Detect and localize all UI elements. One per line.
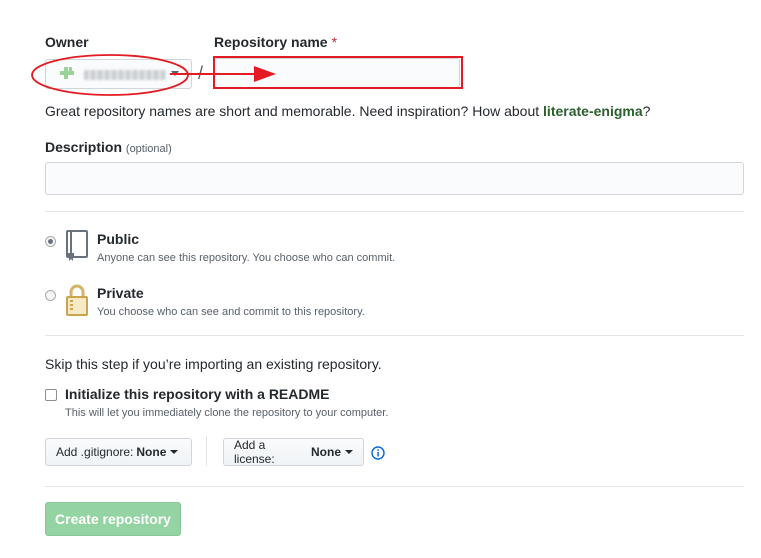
private-radio[interactable] [45, 290, 56, 301]
hint-text: Great repository names are short and mem… [45, 103, 540, 119]
license-prefix: Add a license: [234, 438, 275, 466]
chevron-down-icon [171, 71, 179, 76]
repo-book-icon [66, 230, 88, 261]
caret-down-icon [345, 450, 353, 454]
create-repository-button[interactable]: Create repository [45, 502, 181, 536]
divider [45, 335, 744, 336]
readme-note: This will let you immediately clone the … [65, 407, 389, 419]
repository-name-input[interactable] [214, 58, 460, 88]
info-icon[interactable] [371, 446, 385, 460]
owner-label: Owner [45, 34, 89, 50]
readme-label[interactable]: Initialize this repository with a README [65, 386, 329, 402]
license-value: None [311, 445, 341, 459]
divider [45, 486, 744, 487]
public-radio[interactable] [45, 236, 56, 247]
hint-suffix: ? [642, 103, 651, 119]
identicon-avatar-icon [60, 67, 74, 79]
gitignore-value: None [136, 445, 167, 459]
private-title: Private [97, 285, 144, 301]
caret-down-icon [170, 450, 179, 454]
import-note: Skip this step if you’re importing an ex… [45, 356, 382, 372]
gitignore-prefix: Add .gitignore: [56, 445, 134, 459]
license-dropdown[interactable]: Add a license: None [223, 438, 364, 466]
lock-icon [66, 284, 88, 316]
suggested-name-link[interactable]: literate-enigma [543, 103, 643, 119]
repository-name-label-text: Repository name [214, 34, 328, 50]
owner-repo-separator: / [198, 63, 204, 83]
readme-checkbox[interactable] [45, 389, 57, 401]
public-note: Anyone can see this repository. You choo… [97, 252, 396, 264]
public-title: Public [97, 231, 140, 247]
private-note: You choose who can see and commit to thi… [97, 306, 365, 318]
button-separator [206, 436, 207, 466]
optional-tag: (optional) [125, 143, 172, 155]
repository-name-hint: Great repository names are short and mem… [45, 103, 650, 119]
description-label: Description (optional) [45, 139, 172, 155]
owner-select[interactable] [45, 59, 192, 89]
divider [45, 211, 744, 212]
description-label-text: Description [45, 139, 123, 155]
required-marker: * [331, 34, 338, 50]
gitignore-dropdown[interactable]: Add .gitignore: None [45, 438, 192, 466]
owner-name-redacted [84, 70, 166, 80]
repository-name-label: Repository name * [214, 34, 337, 50]
description-input[interactable] [45, 162, 744, 195]
